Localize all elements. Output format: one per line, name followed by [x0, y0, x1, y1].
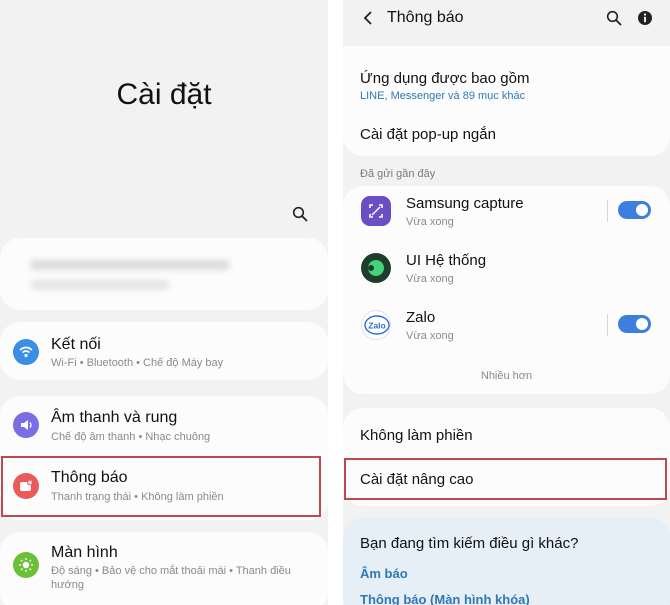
divider: [607, 314, 608, 336]
app-row-samsung-capture[interactable]: Samsung capture Vừa xong: [343, 186, 670, 241]
back-arrow-icon[interactable]: [361, 10, 375, 31]
svg-text:Zalo: Zalo: [368, 321, 385, 331]
speaker-icon: [13, 412, 39, 438]
suggestion-link-lockscreen-notifications[interactable]: Thông báo (Màn hình khóa): [360, 592, 530, 605]
section-label: Đã gửi gần đây: [360, 168, 436, 180]
app-time: Vừa xong: [406, 273, 454, 285]
app-header: Thông báo: [343, 0, 670, 40]
app-time: Vừa xong: [406, 216, 454, 228]
notifications-panel: Thông báo Ứng dụng được bao gồm LINE, Me…: [343, 0, 670, 605]
panel-divider: [328, 0, 343, 605]
app-name: UI Hệ thống: [406, 252, 487, 269]
info-icon[interactable]: [637, 10, 653, 31]
wifi-icon: [13, 339, 39, 365]
recent-apps-card: Samsung capture Vừa xong UI Hệ thống Vừa…: [343, 186, 670, 394]
settings-item-title: Âm thanh và rung: [51, 409, 178, 426]
search-suggestion-card: Bạn đang tìm kiếm điều gì khác? Âm báo T…: [343, 518, 670, 605]
settings-item-display[interactable]: Màn hình Độ sáng • Bảo vệ cho mắt thoải …: [0, 532, 328, 605]
blurred-account-detail: [30, 280, 170, 290]
toggle-switch-on[interactable]: [618, 201, 651, 219]
settings-item-title: Màn hình: [51, 544, 118, 561]
suggestion-link-ringtone[interactable]: Âm báo: [360, 566, 408, 581]
row-title: Cài đặt pop-up ngắn: [360, 126, 496, 143]
settings-item-subtitle: Wi-Fi • Bluetooth • Chế độ Máy bay: [51, 357, 224, 369]
blurred-account-name: [30, 260, 230, 270]
highlight-box: [344, 458, 667, 500]
settings-item-subtitle-cont: hướng: [51, 579, 84, 591]
system-ui-icon: [361, 253, 391, 283]
page-title: Thông báo: [387, 9, 464, 26]
sun-icon: [13, 552, 39, 578]
settings-card-connections: Kết nối Wi-Fi • Bluetooth • Chế độ Máy b…: [0, 322, 328, 380]
search-icon[interactable]: [292, 206, 308, 227]
app-row-zalo[interactable]: Zalo Zalo Vừa xong: [343, 300, 670, 355]
app-name: Zalo: [406, 309, 436, 326]
row-subtitle: LINE, Messenger và 89 mục khác: [360, 90, 526, 102]
toggle-switch-on[interactable]: [618, 315, 651, 333]
divider: [607, 200, 608, 222]
row-title: Không làm phiền: [360, 427, 473, 444]
included-apps-row[interactable]: Ứng dụng được bao gồm LINE, Messenger và…: [343, 46, 670, 106]
settings-panel: Cài đặt Kết nối Wi-Fi • Bluetooth • Chế …: [0, 0, 328, 605]
page-title: Cài đặt: [116, 78, 212, 111]
notification-options-card: Ứng dụng được bao gồm LINE, Messenger và…: [343, 46, 670, 156]
dnd-row[interactable]: Không làm phiền: [343, 408, 670, 458]
popup-settings-row[interactable]: Cài đặt pop-up ngắn: [343, 116, 670, 156]
highlight-box: [1, 456, 321, 517]
app-name: Samsung capture: [406, 195, 524, 212]
suggestion-question: Bạn đang tìm kiếm điều gì khác?: [360, 535, 579, 552]
more-link[interactable]: Nhiều hơn: [343, 370, 670, 382]
row-title: Ứng dụng được bao gồm: [360, 70, 530, 87]
settings-item-sound[interactable]: Âm thanh và rung Chế độ âm thanh • Nhạc …: [0, 396, 328, 454]
app-row-system-ui[interactable]: UI Hệ thống Vừa xong: [343, 243, 670, 298]
settings-card-display: Màn hình Độ sáng • Bảo vệ cho mắt thoải …: [0, 532, 328, 605]
settings-item-subtitle: Độ sáng • Bảo vệ cho mắt thoải mái • Tha…: [51, 565, 291, 577]
account-card[interactable]: [0, 238, 328, 310]
search-icon[interactable]: [606, 10, 622, 31]
settings-item-connections[interactable]: Kết nối Wi-Fi • Bluetooth • Chế độ Máy b…: [0, 322, 328, 380]
samsung-capture-icon: [361, 196, 391, 226]
settings-item-title: Kết nối: [51, 336, 101, 353]
app-time: Vừa xong: [406, 330, 454, 342]
settings-item-subtitle: Chế độ âm thanh • Nhạc chuông: [51, 431, 211, 443]
zalo-icon: Zalo: [361, 310, 391, 340]
